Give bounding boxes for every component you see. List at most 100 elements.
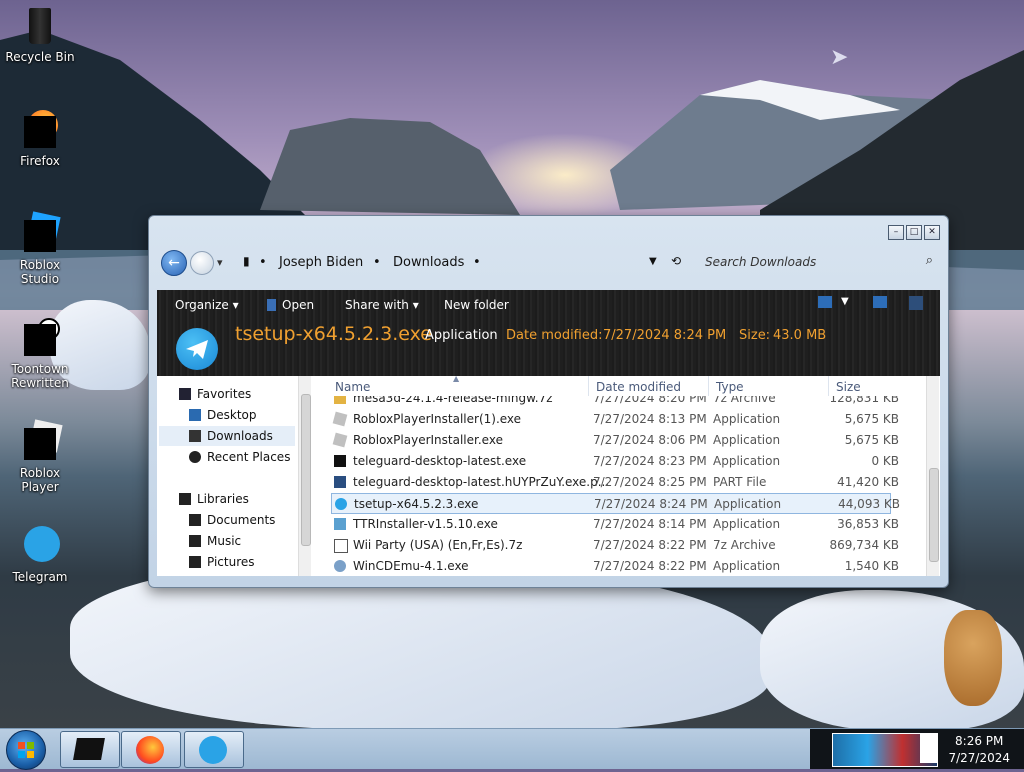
- downloads-icon: [189, 430, 201, 442]
- music-icon: [189, 535, 201, 547]
- file-list-scroll-thumb[interactable]: [929, 468, 939, 562]
- history-dropdown-icon[interactable]: ▾: [217, 256, 223, 269]
- archive-icon: [334, 396, 346, 404]
- breadcrumb-item-user[interactable]: Joseph Biden: [279, 255, 363, 270]
- hamster-sticker: [944, 610, 1002, 706]
- desktop-icon-recycle-bin[interactable]: Recycle Bin: [0, 6, 80, 64]
- desktop-icon-toontown[interactable]: Toontown Rewritten: [0, 318, 80, 390]
- pictures-icon: [189, 556, 201, 568]
- organize-button[interactable]: Organize ▾: [175, 298, 239, 312]
- nav-documents[interactable]: Documents: [189, 513, 275, 527]
- executable-icon: [334, 455, 346, 467]
- file-row[interactable]: RobloxPlayerInstaller.exe 7/27/2024 8:06 …: [331, 430, 899, 451]
- nav-pictures[interactable]: Pictures: [189, 555, 255, 569]
- nav-pane-scroll-thumb[interactable]: [301, 394, 311, 546]
- telegram-icon: [199, 736, 227, 764]
- show-desktop-button[interactable]: [920, 733, 938, 763]
- help-icon[interactable]: [909, 296, 923, 310]
- file-row[interactable]: teleguard-desktop-latest.hUYPrZuY.exe.p.…: [331, 472, 899, 493]
- column-header-size[interactable]: Size: [836, 380, 861, 394]
- selected-filename: tsetup-x64.5.2.3.exe: [235, 323, 432, 345]
- desktop-icon-roblox-studio[interactable]: Roblox Studio: [0, 211, 80, 286]
- paper-plane-icon: [186, 340, 208, 359]
- file-row[interactable]: RobloxPlayerInstaller(1).exe 7/27/2024 8:…: [331, 409, 899, 430]
- star-icon: [179, 388, 191, 400]
- share-with-button[interactable]: Share with ▾: [345, 298, 419, 312]
- explorer-icon: [73, 738, 105, 760]
- disc-icon: [334, 560, 346, 572]
- address-bar[interactable]: ▮ • Joseph Biden • Downloads • ▼ ⟲: [235, 250, 693, 274]
- navigation-bar: ← ▾ ▮ • Joseph Biden • Downloads • ▼ ⟲ S…: [161, 248, 937, 278]
- window-controls: – □ ✕: [888, 225, 940, 240]
- preview-pane-icon[interactable]: [873, 296, 887, 308]
- telegram-icon: [335, 498, 347, 510]
- file-row[interactable]: teleguard-desktop-latest.exe 7/27/2024 8:…: [331, 451, 899, 472]
- desktop-icon-telegram[interactable]: Telegram: [0, 526, 80, 584]
- size-value: 43.0 MB: [773, 328, 827, 343]
- back-button[interactable]: ←: [161, 250, 187, 276]
- date-modified-label: Date modified:: [506, 328, 603, 343]
- column-header-type[interactable]: Type: [716, 380, 744, 394]
- size-label: Size:: [739, 328, 771, 343]
- taskbar-telegram-button[interactable]: [184, 731, 244, 768]
- maximize-button[interactable]: □: [906, 225, 922, 240]
- file-row[interactable]: mesa3d-24.1.4-release-mingw.7z 7/27/2024 …: [331, 396, 899, 409]
- nav-desktop[interactable]: Desktop: [189, 408, 257, 422]
- address-dropdown-icon[interactable]: ▼: [649, 256, 657, 267]
- file-row[interactable]: WinCDEmu-4.1.exe 7/27/2024 8:22 PM Applica…: [331, 556, 899, 576]
- desktop-icon: [189, 409, 201, 421]
- desktop-icon-firefox[interactable]: Firefox: [0, 110, 80, 168]
- explorer-content: Favorites Desktop Downloads Recent Place…: [157, 374, 940, 576]
- file-row-selected[interactable]: tsetup-x64.5.2.3.exe 7/27/2024 8:24 PM App…: [331, 493, 900, 514]
- file-row[interactable]: TTRInstaller-v1.5.10.exe 7/27/2024 8:14 P…: [331, 514, 899, 535]
- new-folder-button[interactable]: New folder: [444, 298, 509, 312]
- windows-logo-icon: [18, 742, 34, 758]
- minimize-button[interactable]: –: [888, 225, 904, 240]
- file-list-scrollbar[interactable]: [926, 376, 939, 576]
- part-file-icon: [334, 476, 346, 488]
- command-bar: Organize ▾ Open Share with ▾ New folder …: [157, 290, 940, 376]
- sort-indicator-icon: ▲: [453, 374, 460, 383]
- view-options-dropdown[interactable]: ▼: [841, 296, 849, 307]
- close-button[interactable]: ✕: [924, 225, 940, 240]
- file-list: Name ▲ Date modified Type Size mesa3d-24…: [325, 374, 940, 576]
- open-button[interactable]: Open: [267, 298, 314, 312]
- taskbar-explorer-button[interactable]: [60, 731, 120, 768]
- telegram-icon: [24, 526, 60, 562]
- roblox-installer-icon: [332, 432, 348, 448]
- folder-icon: ▮: [243, 254, 250, 268]
- navigation-pane: Favorites Desktop Downloads Recent Place…: [157, 376, 309, 576]
- taskbar: 8:26 PM 7/27/2024: [0, 728, 1024, 770]
- selected-type: Application: [425, 328, 498, 343]
- file-row[interactable]: Wii Party (USA) (En,Fr,Es).7z 7/27/2024 8…: [331, 535, 899, 556]
- column-header-date[interactable]: Date modified: [596, 380, 681, 394]
- explorer-window[interactable]: – □ ✕ ← ▾ ▮ • Joseph Biden • Downloads •…: [148, 215, 949, 588]
- start-button[interactable]: [6, 730, 46, 770]
- file-rows: mesa3d-24.1.4-release-mingw.7z 7/27/2024 …: [325, 396, 925, 576]
- refresh-icon[interactable]: ⟲: [671, 254, 681, 268]
- nav-downloads[interactable]: Downloads: [159, 426, 295, 446]
- nav-music[interactable]: Music: [189, 534, 241, 548]
- nav-favorites[interactable]: Favorites: [179, 387, 251, 401]
- nav-recent-places[interactable]: Recent Places: [189, 450, 290, 464]
- breadcrumb-item-downloads[interactable]: Downloads: [393, 255, 464, 270]
- breadcrumb-separator: •: [259, 255, 267, 270]
- nav-pane-scrollbar[interactable]: [298, 376, 311, 576]
- recycle-bin-icon: [29, 8, 51, 44]
- system-tray: 8:26 PM 7/27/2024: [810, 729, 1024, 769]
- recent-places-icon: [189, 451, 201, 463]
- desktop-icon-roblox-player[interactable]: Roblox Player: [0, 419, 80, 494]
- breadcrumb-separator: •: [473, 255, 481, 270]
- taskbar-firefox-button[interactable]: [121, 731, 181, 768]
- change-view-icon[interactable]: [818, 296, 832, 308]
- search-input[interactable]: Search Downloads ⌕: [701, 250, 937, 274]
- search-icon[interactable]: ⌕: [926, 253, 933, 268]
- breadcrumb-separator: •: [373, 255, 381, 270]
- nav-libraries[interactable]: Libraries: [179, 492, 249, 506]
- clock[interactable]: 8:26 PM 7/27/2024: [948, 733, 1010, 767]
- column-header-name[interactable]: Name: [335, 380, 370, 394]
- documents-icon: [189, 514, 201, 526]
- forward-button[interactable]: [190, 251, 214, 275]
- date-modified-value: 7/27/2024 8:24 PM: [603, 328, 727, 343]
- send-cursor-icon: ➤: [830, 45, 849, 70]
